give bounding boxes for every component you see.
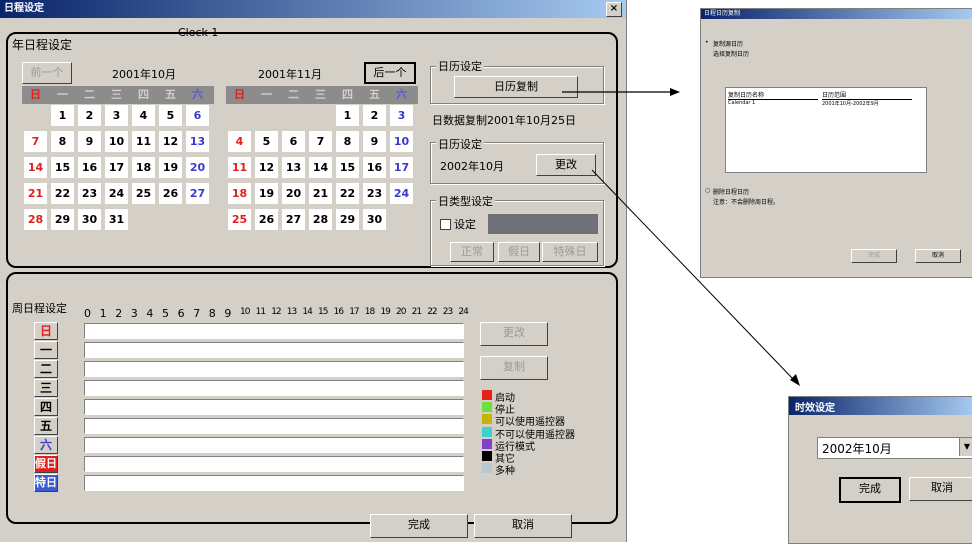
arrow-head-copy [670, 88, 680, 96]
arrow-head-time [790, 374, 800, 386]
arrow-line-time [591, 169, 795, 381]
connector-arrows [562, 88, 800, 386]
